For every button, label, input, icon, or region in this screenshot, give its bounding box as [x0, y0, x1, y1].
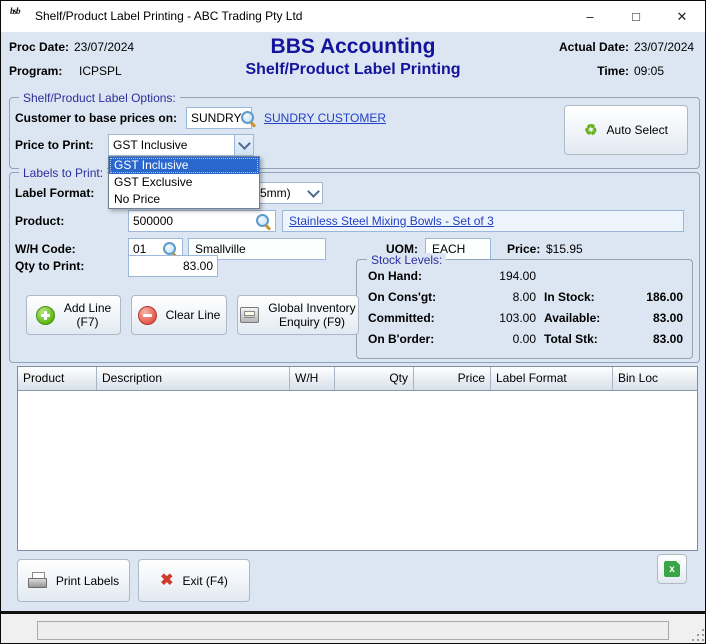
- labels-grid: Product Description W/H Qty Price Label …: [17, 366, 698, 551]
- grid-header-qty[interactable]: Qty: [335, 367, 414, 390]
- product-name-link[interactable]: Stainless Steel Mixing Bowls - Set of 3: [289, 214, 494, 228]
- options-group-label: Shelf/Product Label Options:: [19, 91, 180, 105]
- dropdown-option-gst-exclusive[interactable]: GST Exclusive: [109, 174, 259, 191]
- stock-row-label2: In Stock:: [544, 290, 595, 304]
- time-label: Time:: [541, 64, 629, 78]
- grid-header-description[interactable]: Description: [97, 367, 290, 390]
- stock-row-label: On Cons'gt:: [368, 290, 436, 304]
- customer-label: Customer to base prices on:: [15, 111, 177, 125]
- recycle-icon: ♻: [584, 123, 597, 138]
- stock-row-label2: Available:: [544, 311, 600, 325]
- labels-group-label: Labels to Print:: [19, 166, 107, 180]
- print-labels-label: Print Labels: [56, 574, 119, 588]
- qty-to-print-label: Qty to Print:: [15, 259, 84, 273]
- global-inventory-button[interactable]: Global Inventory Enquiry (F9): [237, 295, 359, 335]
- stock-row-value2: 186.00: [596, 290, 683, 304]
- exit-button[interactable]: ✖ Exit (F4): [138, 559, 250, 602]
- close-icon: ✕: [677, 9, 688, 25]
- actual-date-value: 23/07/2024: [634, 40, 694, 54]
- stock-row-label: On Hand:: [368, 269, 422, 283]
- product-code-input[interactable]: 500000: [128, 210, 276, 232]
- clear-line-label: Clear Line: [166, 308, 221, 322]
- printer-icon: [28, 572, 47, 589]
- customer-code-input[interactable]: SUNDRY: [186, 107, 252, 129]
- auto-select-label: Auto Select: [607, 123, 668, 137]
- chevron-down-icon: [238, 137, 251, 150]
- customer-lookup-icon[interactable]: [241, 111, 256, 126]
- minimize-button[interactable]: –: [567, 1, 613, 32]
- excel-icon: x: [664, 561, 680, 577]
- time-value: 09:05: [634, 64, 664, 78]
- close-button[interactable]: ✕: [659, 1, 705, 32]
- add-line-button[interactable]: Add Line (F7): [26, 295, 121, 335]
- grid-header-price[interactable]: Price: [414, 367, 491, 390]
- product-label: Product:: [15, 214, 64, 228]
- stock-row-value2: 83.00: [596, 311, 683, 325]
- stock-row-value: 0.00: [431, 332, 536, 346]
- app-window: bsb Shelf/Product Label Printing - ABC T…: [0, 0, 706, 644]
- stock-row-label: Committed:: [368, 311, 435, 325]
- wh-code-label: W/H Code:: [15, 242, 76, 256]
- global-inventory-label-2: Enquiry (F9): [279, 315, 345, 329]
- product-lookup-icon[interactable]: [256, 214, 271, 229]
- maximize-icon: □: [632, 9, 640, 24]
- auto-select-button[interactable]: ♻ Auto Select: [564, 105, 688, 155]
- grid-header-product[interactable]: Product: [18, 367, 97, 390]
- stock-row-value: 194.00: [431, 269, 536, 283]
- dropdown-option-no-price[interactable]: No Price: [109, 191, 259, 208]
- grid-body-empty: [18, 391, 697, 550]
- grid-header-wh[interactable]: W/H: [290, 367, 335, 390]
- product-name-field: Stainless Steel Mixing Bowls - Set of 3: [282, 210, 684, 232]
- maximize-button[interactable]: □: [613, 1, 659, 32]
- price-to-print-value: GST Inclusive: [113, 138, 187, 152]
- resize-grip[interactable]: [691, 628, 704, 641]
- status-message-panel: [37, 621, 669, 640]
- stock-row-value2: 83.00: [596, 332, 683, 346]
- price-to-print-dropdown-list: GST Inclusive GST Exclusive No Price: [108, 156, 260, 209]
- exit-x-icon: ✖: [160, 573, 173, 589]
- qty-to-print-value: 83.00: [133, 259, 213, 273]
- customer-name-link[interactable]: SUNDRY CUSTOMER: [264, 111, 386, 125]
- grid-header-bin-loc[interactable]: Bin Loc: [613, 367, 697, 390]
- app-logo-icon: bsb: [10, 7, 28, 25]
- print-labels-button[interactable]: Print Labels: [17, 559, 130, 602]
- label-format-dropdown-button[interactable]: [304, 183, 322, 203]
- label-format-value: 5mm): [260, 186, 291, 200]
- add-icon: [36, 306, 55, 325]
- price-value: $15.95: [546, 242, 583, 256]
- remove-icon: [138, 306, 157, 325]
- actual-date-label: Actual Date:: [541, 40, 629, 54]
- status-bar: [1, 614, 706, 644]
- product-code-value: 500000: [133, 214, 256, 228]
- wh-code-value: 01: [133, 242, 163, 256]
- minimize-icon: –: [586, 9, 593, 24]
- combo-dropdown-button[interactable]: [234, 135, 253, 155]
- window-title: Shelf/Product Label Printing - ABC Tradi…: [35, 9, 302, 23]
- global-inventory-label-1: Global Inventory: [268, 301, 355, 315]
- qty-to-print-input[interactable]: 83.00: [128, 255, 218, 277]
- grid-header-label-format[interactable]: Label Format: [491, 367, 613, 390]
- export-excel-button[interactable]: x: [657, 554, 687, 584]
- dropdown-option-gst-inclusive[interactable]: GST Inclusive: [109, 157, 259, 174]
- titlebar: bsb Shelf/Product Label Printing - ABC T…: [1, 1, 705, 32]
- chevron-down-icon: [307, 185, 320, 198]
- price-to-print-combo[interactable]: GST Inclusive: [108, 134, 254, 156]
- cabinet-icon: [240, 307, 259, 323]
- label-format-label: Label Format:: [15, 186, 94, 200]
- add-line-label-2: (F7): [77, 315, 99, 329]
- stock-row-label2: Total Stk:: [544, 332, 598, 346]
- price-to-print-label: Price to Print:: [15, 138, 94, 152]
- stock-row-label: On B'order:: [368, 332, 434, 346]
- wh-name-value: Smallville: [195, 242, 246, 256]
- stock-levels-group-label: Stock Levels:: [367, 253, 446, 267]
- clear-line-button[interactable]: Clear Line: [131, 295, 227, 335]
- exit-label: Exit (F4): [183, 574, 228, 588]
- add-line-label-1: Add Line: [64, 301, 111, 315]
- customer-code-value: SUNDRY: [191, 111, 241, 125]
- grid-header-row: Product Description W/H Qty Price Label …: [18, 367, 697, 391]
- price-label: Price:: [507, 242, 540, 256]
- window-controls: – □ ✕: [567, 1, 705, 32]
- stock-row-value: 8.00: [431, 290, 536, 304]
- stock-row-value: 103.00: [431, 311, 536, 325]
